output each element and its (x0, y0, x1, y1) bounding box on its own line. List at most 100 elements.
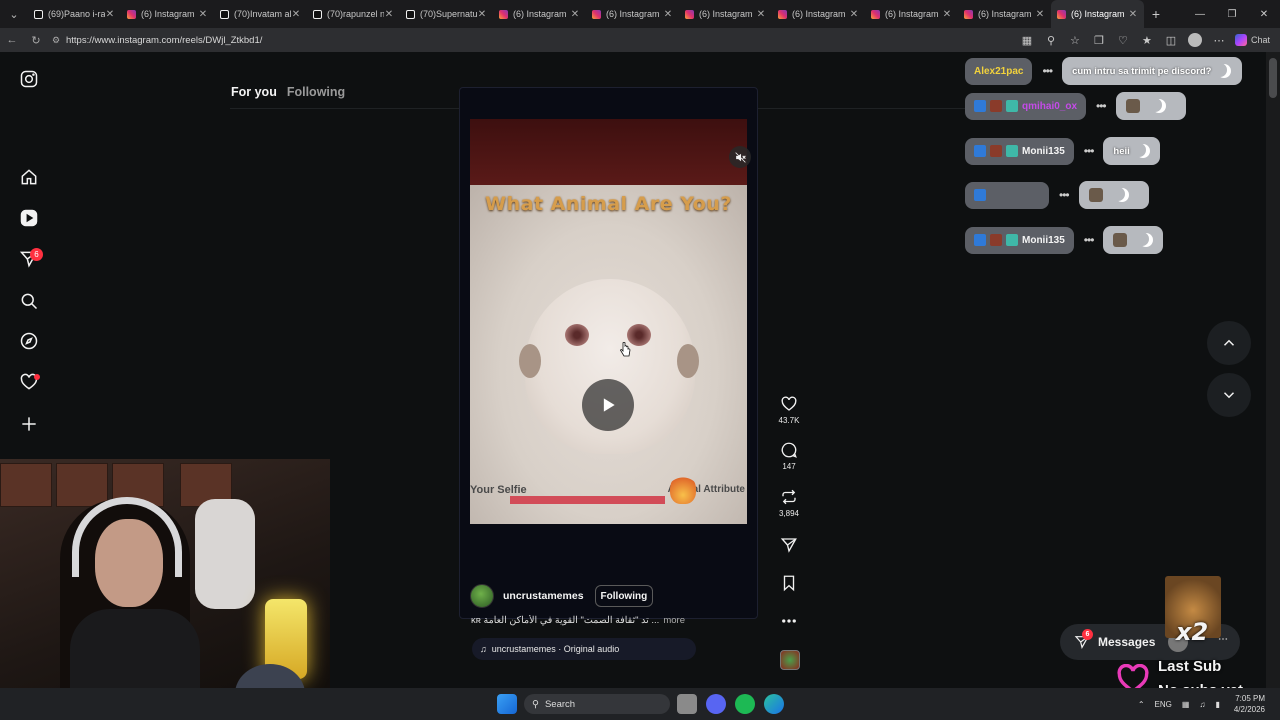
next-reel-button[interactable] (1207, 373, 1251, 417)
zoom-icon[interactable]: ⚲ (1039, 28, 1063, 52)
tab-for-you[interactable]: For you (231, 85, 277, 99)
comment-button[interactable]: 147 (770, 441, 808, 471)
edge-icon[interactable] (764, 694, 784, 714)
reels-icon[interactable] (17, 206, 41, 230)
moon-icon (1217, 64, 1231, 78)
start-icon[interactable] (497, 694, 517, 714)
play-button[interactable] (582, 379, 634, 431)
extensions-icon[interactable]: ❐ (1087, 28, 1111, 52)
instagram-logo-icon[interactable] (17, 67, 41, 91)
comment-icon (781, 442, 797, 458)
browser-tab[interactable]: (6) Instagram ✕ (958, 0, 1051, 28)
browser-tab[interactable]: (70)rapunzel n ✕ (307, 0, 400, 28)
close-tab-icon[interactable]: ✕ (570, 9, 580, 20)
close-tab-icon[interactable]: ✕ (1035, 9, 1045, 20)
author-username[interactable]: uncrustamemes (503, 590, 584, 602)
moon-icon (1136, 144, 1150, 158)
browser-tab[interactable]: (6) Instagram ✕ (679, 0, 772, 28)
share-button[interactable] (770, 536, 808, 554)
browser-tab[interactable]: (6) Instagram ✕ (1051, 0, 1144, 28)
minimize-icon[interactable]: — (1184, 0, 1216, 28)
page-scrollbar[interactable] (1266, 52, 1280, 688)
repost-button[interactable]: 3,894 (770, 488, 808, 518)
save-button[interactable] (770, 574, 808, 592)
chevron-up-icon[interactable]: ⌃ (1133, 700, 1150, 709)
like-button[interactable]: 43.7K (770, 395, 808, 425)
close-tab-icon[interactable]: ✕ (663, 9, 673, 20)
audio-link[interactable]: ♫ uncrustamemes · Original audio (472, 638, 696, 660)
reel-card[interactable]: What Animal Are You? Your Selfie Animal … (459, 87, 758, 619)
chair (195, 499, 255, 609)
favorite-star-icon[interactable]: ☆ (1063, 28, 1087, 52)
chat-separator: ••• (1083, 144, 1095, 158)
music-note-icon: ♫ (480, 644, 487, 654)
close-tab-icon[interactable]: ✕ (477, 9, 487, 20)
site-info-icon[interactable]: ⚙ (52, 35, 66, 46)
spotify-icon[interactable] (735, 694, 755, 714)
favorites-icon[interactable]: ★ (1135, 28, 1159, 52)
previous-reel-button[interactable] (1207, 321, 1251, 365)
browser-tab[interactable]: (6) Instagram ✕ (121, 0, 214, 28)
taskbar-search[interactable]: ⚲ Search (524, 694, 670, 714)
volume-icon[interactable]: ♫ (1194, 700, 1210, 709)
explore-icon[interactable] (17, 329, 41, 353)
new-tab-button[interactable]: + (1144, 6, 1168, 22)
back-arrow-icon[interactable]: ← (0, 28, 24, 52)
collections-icon[interactable]: ◫ (1159, 28, 1183, 52)
close-tab-icon[interactable]: ✕ (198, 9, 208, 20)
moon-icon (1152, 99, 1166, 113)
tab-search-chevron-icon[interactable]: ⌄ (0, 0, 28, 28)
browser-tab[interactable]: (70)Invatam all ✕ (214, 0, 307, 28)
close-tab-icon[interactable]: ✕ (384, 9, 394, 20)
reel-video[interactable]: What Animal Are You? Your Selfie Animal … (470, 119, 747, 524)
more-options-button[interactable] (770, 612, 808, 630)
browser-tab[interactable]: (6) Instagram ✕ (493, 0, 586, 28)
close-tab-icon[interactable]: ✕ (105, 9, 115, 20)
copilot-chat-button[interactable]: Chat (1231, 28, 1274, 52)
more-menu-icon[interactable]: ⋯ (1207, 28, 1231, 52)
audio-thumbnail[interactable] (780, 650, 800, 670)
author-avatar[interactable] (470, 584, 494, 608)
close-window-icon[interactable]: ✕ (1248, 0, 1280, 28)
discord-icon[interactable] (706, 694, 726, 714)
tab-title: (70)Invatam all (234, 9, 291, 19)
tiktok-icon (34, 9, 43, 19)
home-icon[interactable] (17, 165, 41, 189)
browser-tab[interactable]: (70)Supernatur ✕ (400, 0, 493, 28)
task-view-icon[interactable] (677, 694, 697, 714)
refresh-icon[interactable]: ↻ (24, 28, 48, 52)
browser-tab[interactable]: (6) Instagram ✕ (865, 0, 958, 28)
caption-more-link[interactable]: more (663, 615, 685, 626)
close-tab-icon[interactable]: ✕ (942, 9, 952, 20)
following-button[interactable]: Following (594, 585, 654, 607)
reel-caption[interactable]: ᴋʀ تد "ثقافة الصمت" القوية في الأماكن ال… (471, 615, 741, 626)
create-plus-icon[interactable] (17, 412, 41, 436)
chat-badge-icon (1006, 234, 1018, 246)
wall-poster (56, 463, 108, 507)
url-field[interactable]: ⚙ https://www.instagram.com/reels/DWjl_Z… (52, 31, 1048, 49)
close-tab-icon[interactable]: ✕ (291, 9, 301, 20)
browser-tab[interactable]: (69)Paano i-ra ✕ (28, 0, 121, 28)
close-tab-icon[interactable]: ✕ (1128, 9, 1138, 20)
url-text: https://www.instagram.com/reels/DWjl_Ztk… (66, 34, 263, 46)
close-tab-icon[interactable]: ✕ (756, 9, 766, 20)
tab-following[interactable]: Following (287, 85, 345, 99)
multiplier-text: x2 (1176, 618, 1209, 646)
battery-icon[interactable]: ▮ (1210, 700, 1224, 709)
profile-avatar[interactable] (1187, 33, 1202, 47)
chat-badge-icon (1006, 145, 1018, 157)
instagram-icon (778, 9, 787, 19)
browser-tab[interactable]: (6) Instagram ✕ (586, 0, 679, 28)
search-icon[interactable] (17, 289, 41, 313)
language-indicator[interactable]: ENG (1150, 700, 1177, 709)
scrollbar-thumb[interactable] (1269, 58, 1277, 98)
browser-essentials-icon[interactable]: ♡ (1111, 28, 1135, 52)
mute-button[interactable] (729, 146, 751, 168)
browser-tab[interactable]: (6) Instagram ✕ (772, 0, 865, 28)
restore-icon[interactable]: ❐ (1216, 0, 1248, 28)
clock[interactable]: 7:05 PM 4/2/2026 (1225, 693, 1280, 715)
app-available-icon[interactable]: ▦ (1015, 28, 1039, 52)
chat-separator: ••• (1096, 99, 1107, 113)
close-tab-icon[interactable]: ✕ (849, 9, 859, 20)
network-icon[interactable]: ▦ (1177, 700, 1195, 709)
